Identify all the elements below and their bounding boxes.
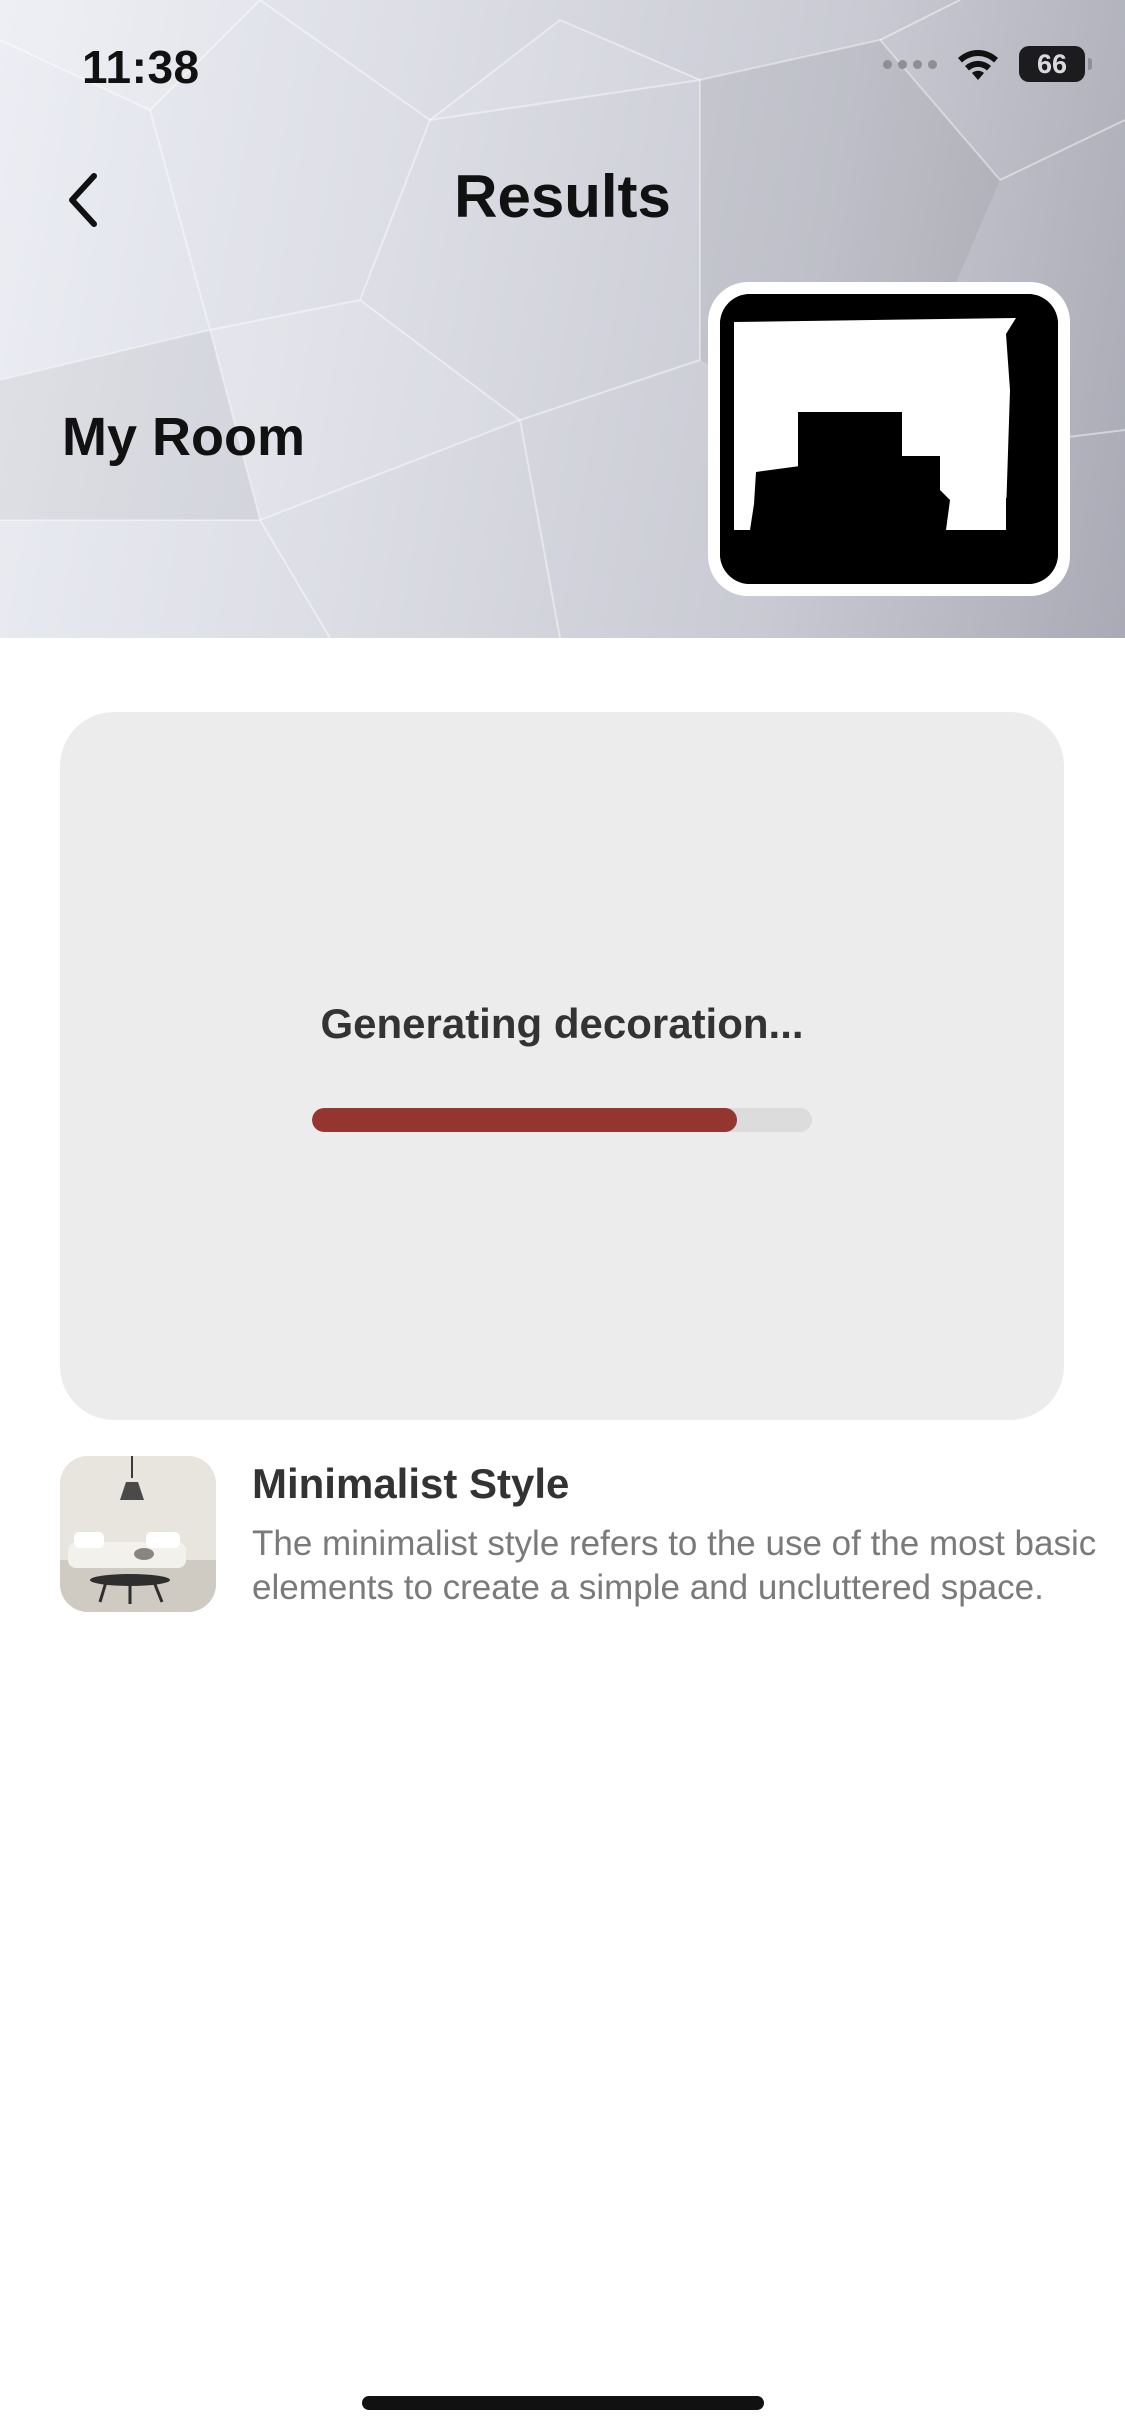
style-thumbnail — [60, 1456, 216, 1612]
living-room-image — [60, 1456, 216, 1612]
generation-status-text: Generating decoration... — [320, 1000, 804, 1047]
generation-card: Generating decoration... — [60, 712, 1064, 1420]
style-description: The minimalist style refers to the use o… — [252, 1524, 1097, 1607]
battery-level: 66 — [1036, 48, 1068, 79]
wifi-icon — [958, 50, 998, 80]
status-icons: 66 — [883, 46, 1092, 82]
room-mask-shape — [720, 294, 1058, 584]
progress-fill — [312, 1108, 737, 1132]
room-photo-thumbnail[interactable] — [708, 282, 1070, 596]
header-background: 11:38 66 Results My Room — [0, 0, 1125, 638]
cellular-signal-icon — [883, 59, 937, 69]
room-label: My Room — [62, 407, 305, 467]
status-time: 11:38 — [82, 41, 200, 93]
room-mask-image — [720, 294, 1058, 584]
home-indicator — [362, 2396, 764, 2410]
results-screen: 11:38 66 Results My Room Generating deco… — [0, 0, 1125, 2436]
battery-icon: 66 — [1019, 46, 1092, 82]
progress-bar — [312, 1108, 812, 1132]
page-title: Results — [454, 163, 671, 230]
style-list-item[interactable]: Minimalist Style The minimalist style re… — [60, 1456, 1096, 1614]
style-title: Minimalist Style — [252, 1460, 570, 1507]
